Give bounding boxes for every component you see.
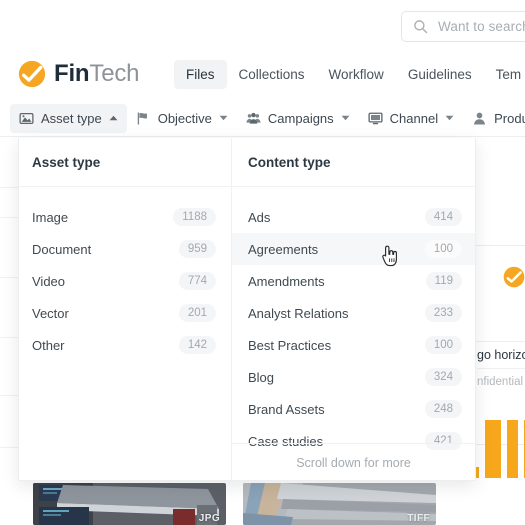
top-bar: Want to search bbox=[0, 0, 525, 52]
option-label: Document bbox=[32, 241, 92, 257]
filter-label: Asset type bbox=[41, 110, 102, 126]
filter-label: Produced b bbox=[494, 110, 525, 126]
background-card-meta: go horizo nfidential bbox=[473, 341, 525, 388]
brand-name-secondary: Tech bbox=[89, 60, 140, 87]
filter-label: Channel bbox=[389, 110, 439, 126]
dropdown-scroll-footer[interactable]: Scroll down for more bbox=[232, 443, 475, 480]
option-count: 119 bbox=[425, 272, 462, 290]
option-row-amendments[interactable]: Amendments 119 bbox=[232, 265, 475, 297]
main-nav: Files Collections Workflow Guidelines Te… bbox=[174, 60, 525, 89]
option-count: 959 bbox=[178, 240, 216, 258]
option-label: Other bbox=[32, 337, 65, 353]
filter-chip-campaigns[interactable]: Campaigns bbox=[237, 104, 359, 133]
option-count: 201 bbox=[178, 304, 216, 322]
background-asset-card[interactable]: go horizo nfidential bbox=[472, 245, 525, 445]
option-count: 142 bbox=[178, 336, 216, 354]
brand-logo[interactable]: FinTech bbox=[18, 60, 139, 88]
filter-chip-asset-type[interactable]: Asset type bbox=[10, 103, 127, 133]
option-row-best-practices[interactable]: Best Practices 100 bbox=[232, 329, 475, 361]
dropdown-column-header-content-type: Content type bbox=[231, 138, 475, 186]
background-left-strip bbox=[0, 137, 18, 477]
option-row-analyst-relations[interactable]: Analyst Relations 233 bbox=[232, 297, 475, 329]
search-icon bbox=[414, 20, 428, 34]
monitor-icon bbox=[368, 112, 383, 124]
background-card-title: go horizo bbox=[477, 348, 525, 362]
filter-bar: Asset type Objective Campaigns Channel P… bbox=[0, 100, 525, 137]
asset-thumbnail-jpg[interactable]: JPG bbox=[33, 483, 226, 525]
dropdown-column-header-asset-type: Asset type bbox=[19, 138, 231, 186]
brand-name-primary: Fin bbox=[54, 60, 90, 87]
option-label: Analyst Relations bbox=[248, 305, 349, 321]
nav-item-files[interactable]: Files bbox=[174, 60, 227, 89]
asset-type-option-list: Image 1188 Document 959 Video 774 Vector… bbox=[19, 187, 231, 480]
option-row-brand-assets[interactable]: Brand Assets 248 bbox=[232, 393, 475, 425]
app-header: FinTech Files Collections Workflow Guide… bbox=[0, 52, 525, 100]
column-title: Asset type bbox=[32, 154, 101, 170]
caret-down-icon bbox=[445, 115, 454, 121]
caret-down-icon bbox=[219, 115, 228, 121]
background-card-subtitle: nfidential bbox=[477, 368, 525, 388]
option-count: 324 bbox=[424, 368, 462, 386]
nav-item-collections[interactable]: Collections bbox=[227, 60, 317, 89]
filter-label: Campaigns bbox=[267, 110, 334, 126]
filter-label: Objective bbox=[157, 110, 212, 126]
filter-chip-channel[interactable]: Channel bbox=[359, 104, 463, 133]
laptop-photo bbox=[33, 483, 226, 525]
option-row-ads[interactable]: Ads 414 bbox=[232, 201, 475, 233]
option-count: 248 bbox=[424, 400, 462, 418]
option-row-document[interactable]: Document 959 bbox=[19, 233, 231, 265]
option-label: Vector bbox=[32, 305, 69, 321]
search-input[interactable]: Want to search bbox=[401, 11, 525, 42]
option-row-vector[interactable]: Vector 201 bbox=[19, 297, 231, 329]
checkmark-circle-logo bbox=[503, 266, 525, 288]
column-title: Content type bbox=[248, 154, 331, 170]
background-card-thumbnail bbox=[473, 246, 525, 341]
option-row-agreements[interactable]: Agreements 100 bbox=[232, 233, 475, 265]
thumbnail-format-badge: JPG bbox=[198, 513, 220, 524]
brand-name: FinTech bbox=[54, 62, 139, 86]
caret-down-icon bbox=[341, 115, 350, 121]
option-count: 100 bbox=[424, 336, 462, 354]
option-row-blog[interactable]: Blog 324 bbox=[232, 361, 475, 393]
option-row-image[interactable]: Image 1188 bbox=[19, 201, 231, 233]
filter-chip-objective[interactable]: Objective bbox=[127, 104, 237, 133]
option-label: Brand Assets bbox=[248, 401, 325, 417]
nav-item-workflow[interactable]: Workflow bbox=[317, 60, 396, 89]
app-window: go horizo nfidential JPG TIFF Want to se… bbox=[0, 0, 525, 525]
option-count: 233 bbox=[424, 304, 462, 322]
person-icon bbox=[474, 112, 486, 124]
option-count: 1188 bbox=[173, 208, 216, 226]
thumbnail-format-badge: TIFF bbox=[407, 513, 430, 524]
option-label: Image bbox=[32, 209, 69, 225]
option-count: 414 bbox=[424, 208, 462, 226]
asset-thumbnail-row: JPG TIFF bbox=[0, 478, 525, 525]
option-label: Agreements bbox=[248, 241, 319, 257]
search-placeholder: Want to search bbox=[438, 19, 525, 34]
option-row-other[interactable]: Other 142 bbox=[19, 329, 231, 361]
image-icon bbox=[19, 112, 34, 124]
asset-thumbnail-tiff[interactable]: TIFF bbox=[243, 483, 436, 525]
option-row-video[interactable]: Video 774 bbox=[19, 265, 231, 297]
dropdown-header-row: Asset type Content type bbox=[19, 138, 475, 186]
people-group-icon bbox=[246, 112, 261, 124]
option-label: Best Practices bbox=[248, 337, 332, 353]
dropdown-body: Image 1188 Document 959 Video 774 Vector… bbox=[19, 187, 475, 480]
nav-item-templates[interactable]: Tem bbox=[484, 60, 525, 89]
option-label: Video bbox=[32, 273, 66, 289]
checkmark-circle-logo bbox=[18, 60, 46, 88]
content-type-option-list: Ads 414 Agreements 100 Amendments 119 An… bbox=[231, 187, 475, 480]
filter-chip-produced-by[interactable]: Produced b bbox=[463, 104, 525, 133]
scroll-for-more-label: Scroll down for more bbox=[296, 455, 411, 470]
option-label: Blog bbox=[248, 369, 275, 385]
option-count: 774 bbox=[178, 272, 216, 290]
asset-type-dropdown-panel: Asset type Content type Image 1188 Docum… bbox=[18, 138, 476, 481]
option-label: Ads bbox=[248, 209, 271, 225]
nav-item-guidelines[interactable]: Guidelines bbox=[396, 60, 484, 89]
flag-icon bbox=[137, 112, 147, 124]
option-label: Amendments bbox=[248, 273, 325, 289]
caret-up-icon bbox=[109, 115, 118, 121]
option-count: 100 bbox=[424, 240, 462, 258]
